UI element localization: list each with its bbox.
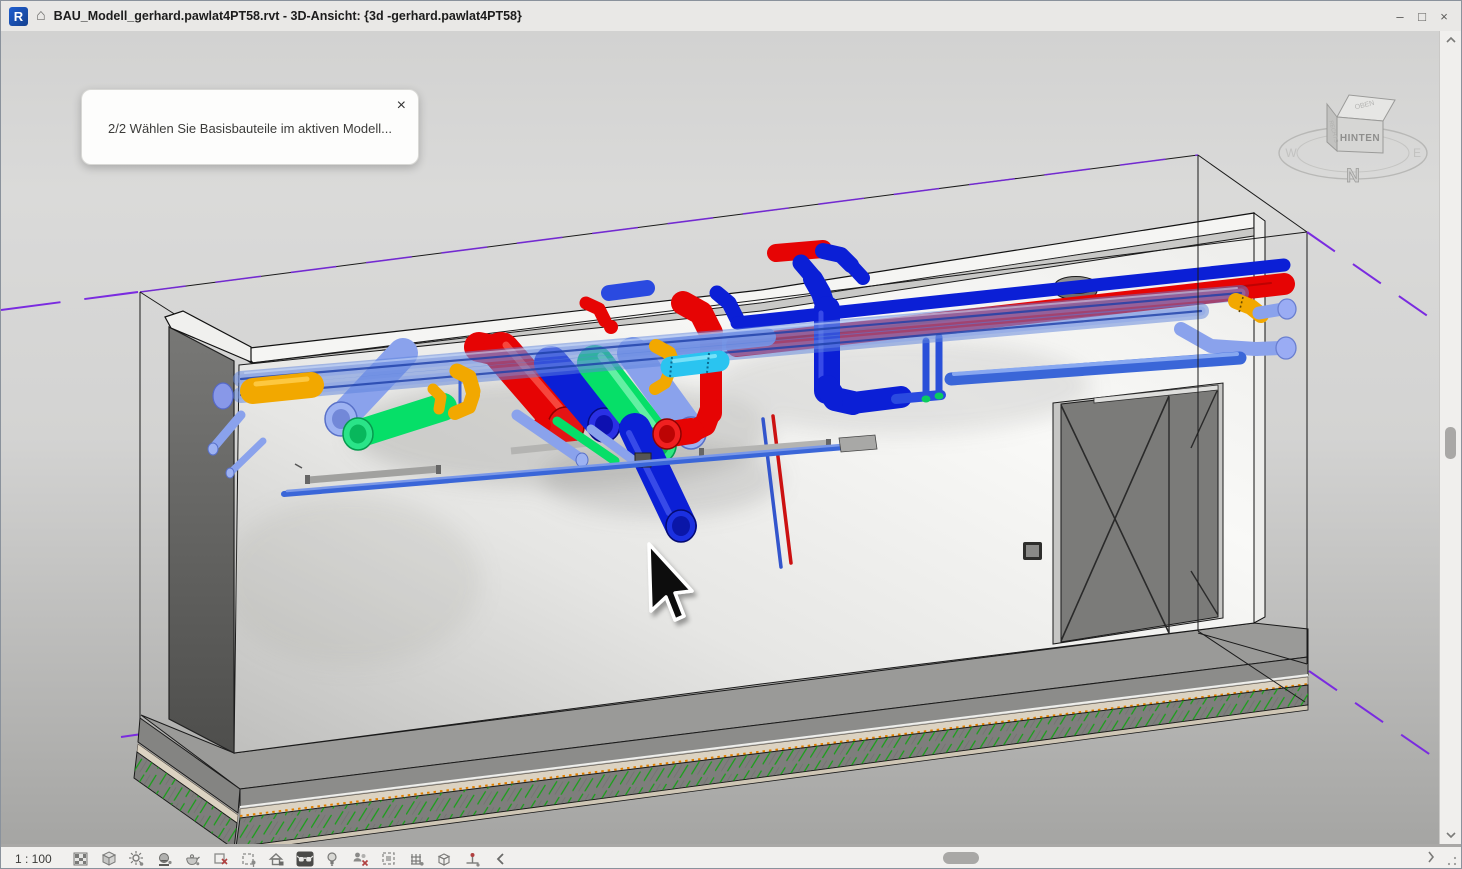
temporary-hide-isolate-icon[interactable] (296, 850, 314, 868)
minimize-button[interactable]: – (1389, 5, 1411, 27)
show-crop-region-icon[interactable] (240, 850, 258, 868)
drawing-area[interactable]: N W E HINTEN OBEN RECHTS 2/2 Wählen Sie … (1, 31, 1441, 844)
compass-east[interactable]: E (1413, 146, 1421, 160)
view-control-bar: 1 : 100 (1, 847, 498, 869)
unlocked-3d-view-icon[interactable] (268, 850, 286, 868)
analytical-model-icon[interactable] (408, 850, 426, 868)
scroll-up-icon[interactable] (1440, 31, 1462, 49)
toast-close-icon[interactable]: × (397, 98, 406, 114)
worksharing-display-icon[interactable] (352, 850, 370, 868)
crop-view-icon[interactable] (212, 850, 230, 868)
compass-west[interactable]: W (1285, 146, 1297, 160)
temporary-view-properties-icon[interactable] (380, 850, 398, 868)
sun-path-icon[interactable] (128, 850, 146, 868)
compass-north[interactable]: N (1346, 166, 1360, 187)
horizontal-scroll-thumb[interactable] (943, 852, 979, 864)
close-button[interactable]: × (1433, 5, 1455, 27)
maximize-button[interactable]: □ (1411, 5, 1433, 27)
status-toast: 2/2 Wählen Sie Basisbauteile im aktiven … (81, 89, 419, 165)
rail-bracket (839, 435, 877, 452)
horizontal-scrollbar[interactable] (498, 847, 1441, 869)
visual-style-icon[interactable] (100, 850, 118, 868)
resize-grip-icon (1447, 856, 1457, 866)
scroll-down-icon[interactable] (1440, 826, 1462, 844)
title-bar: R ⌂ BAU_Modell_gerhard.pawlat4PT58.rvt -… (1, 1, 1461, 32)
reveal-hidden-elements-icon[interactable] (324, 850, 342, 868)
detail-level-icon[interactable] (72, 850, 90, 868)
shadows-icon[interactable] (156, 850, 174, 868)
scroll-right-icon[interactable] (1427, 850, 1435, 869)
toast-message: 2/2 Wählen Sie Basisbauteile im aktiven … (108, 121, 392, 136)
window-title: BAU_Modell_gerhard.pawlat4PT58.rvt - 3D-… (54, 9, 522, 23)
pipe-end-cap[interactable] (213, 383, 233, 409)
viewcube-front-label[interactable]: HINTEN (1340, 133, 1380, 144)
revit-app-icon[interactable]: R (9, 7, 28, 26)
reveal-constraints-icon[interactable] (464, 850, 482, 868)
vertical-scroll-thumb[interactable] (1445, 427, 1456, 459)
door-panels (1061, 386, 1218, 642)
resize-corner[interactable] (1439, 847, 1461, 869)
displacement-sets-icon[interactable] (436, 850, 454, 868)
bottom-bar: 1 : 100 (1, 844, 1462, 869)
revit-window: R ⌂ BAU_Modell_gerhard.pawlat4PT58.rvt -… (0, 0, 1462, 869)
scale-button[interactable]: 1 : 100 (15, 852, 52, 866)
vertical-scrollbar[interactable] (1439, 31, 1461, 844)
electrical-box[interactable] (1023, 542, 1042, 560)
home-icon[interactable]: ⌂ (36, 8, 46, 24)
rendering-dialog-icon[interactable] (184, 850, 202, 868)
